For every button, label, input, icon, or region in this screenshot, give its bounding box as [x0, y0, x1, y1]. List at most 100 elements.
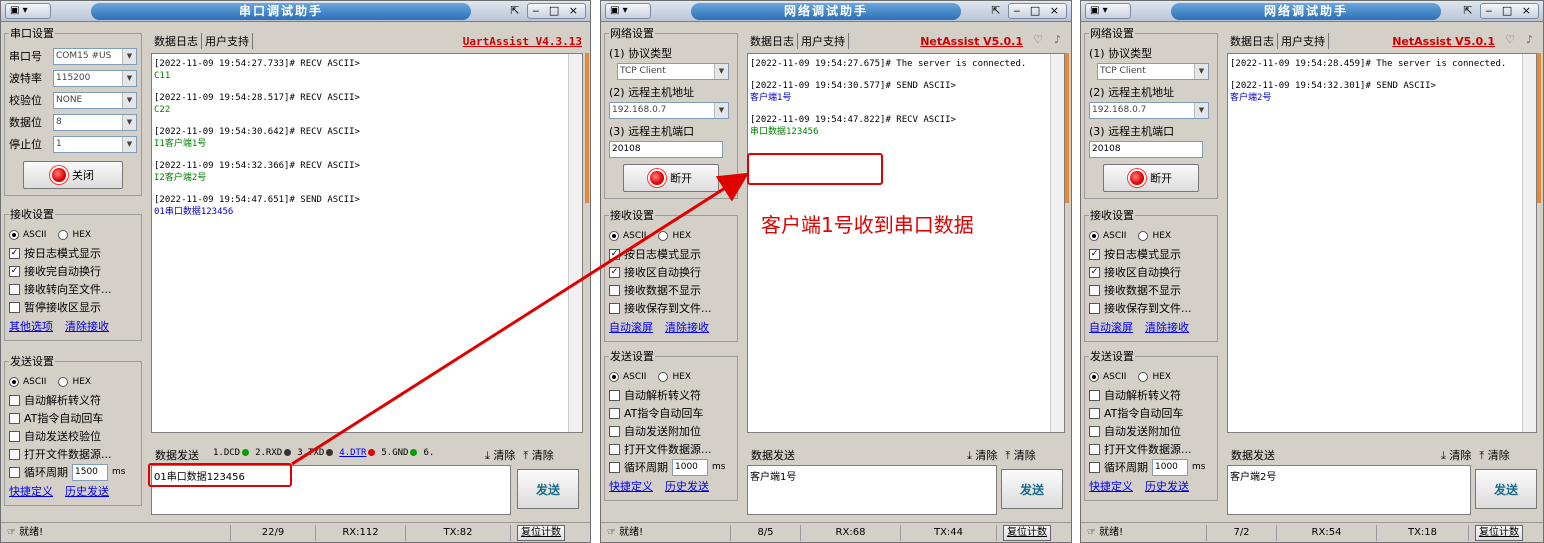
send-option[interactable]: 自动解析转义符 [1089, 386, 1213, 404]
cycle-input[interactable]: 1500 [72, 463, 108, 481]
pin-icon[interactable]: ⇱ [1455, 3, 1481, 19]
recv-option[interactable]: 接收转向至文件... [9, 280, 137, 298]
title-bar[interactable]: ▣ ▾ 网络调试助手 ⇱ ‒ □ × [601, 1, 1071, 22]
history-link[interactable]: 历史发送 [1145, 478, 1189, 494]
ascii-radio[interactable] [1089, 231, 1099, 241]
tab-data-log[interactable]: 数据日志 [151, 33, 202, 49]
tab-user-support[interactable]: 用户支持 [798, 33, 849, 49]
send-option[interactable]: 自动发送校验位 [9, 427, 137, 445]
checkbox[interactable] [609, 407, 620, 419]
receive-log[interactable]: [2022-11-09 19:54:28.459]# The server is… [1227, 53, 1537, 433]
port-input[interactable]: 20108 [609, 141, 723, 158]
splitter-handle[interactable] [585, 53, 589, 203]
recv-option[interactable]: ✓ 接收区自动换行 [1089, 263, 1213, 281]
chevron-down-icon[interactable]: ▼ [1194, 64, 1208, 79]
checkbox[interactable] [9, 430, 20, 442]
checkbox[interactable] [9, 466, 20, 478]
recv-option[interactable]: 接收数据不显示 [609, 281, 733, 299]
host-select[interactable]: 192.168.0.7 ▼ [1089, 102, 1209, 119]
checkbox[interactable] [609, 284, 620, 296]
recv-option[interactable]: 接收数据不显示 [1089, 281, 1213, 299]
checkbox[interactable] [9, 301, 20, 313]
checkbox[interactable] [609, 443, 620, 455]
checkbox[interactable] [9, 394, 20, 406]
receive-log[interactable]: [2022-11-09 19:54:27.675]# The server is… [747, 53, 1065, 433]
send-option[interactable]: 自动发送附加位 [609, 422, 733, 440]
scrollbar[interactable] [568, 54, 582, 432]
checkbox[interactable] [1089, 389, 1100, 401]
clear-send-button[interactable]: ⤓ 清除 [485, 447, 515, 463]
bell-icon[interactable]: ♪ [1526, 33, 1533, 46]
cycle-input[interactable]: 1000 [1152, 458, 1188, 476]
protocol-select[interactable]: TCP Client ▼ [617, 63, 729, 80]
checkbox[interactable] [9, 283, 20, 295]
shortcut-link[interactable]: 快捷定义 [609, 478, 653, 494]
chevron-down-icon[interactable]: ▼ [122, 136, 136, 152]
tab-user-support[interactable]: 用户支持 [1278, 33, 1329, 49]
recv-option[interactable]: ✓ 按日志模式显示 [1089, 245, 1213, 263]
checkbox[interactable] [9, 448, 20, 460]
checkbox[interactable] [1089, 284, 1100, 296]
history-link[interactable]: 历史发送 [65, 483, 109, 499]
clear-all-button[interactable]: ⤒ 清除 [1005, 447, 1035, 463]
chevron-down-icon[interactable]: ▼ [122, 70, 136, 86]
send-input[interactable]: 客户端2号 [1227, 465, 1471, 515]
checkbox[interactable] [609, 425, 620, 437]
clear-receive-link[interactable]: 清除接收 [65, 318, 109, 334]
chevron-down-icon[interactable]: ▼ [1194, 103, 1208, 118]
recv-option[interactable]: ✓ 接收区自动换行 [609, 263, 733, 281]
checkbox[interactable]: ✓ [609, 248, 620, 260]
checkbox[interactable] [1089, 443, 1100, 455]
send-input[interactable]: 客户端1号 [747, 465, 997, 515]
window-controls[interactable]: ‒ □ × [1480, 3, 1539, 19]
cycle-input[interactable]: 1000 [672, 458, 708, 476]
clear-all-button[interactable]: ⤒ 清除 [523, 447, 553, 463]
checkbox[interactable]: ✓ [1089, 266, 1100, 278]
send-option[interactable]: AT指令自动回车 [9, 409, 137, 427]
disconnect-button[interactable]: 断开 [623, 164, 719, 192]
checkbox[interactable] [1089, 461, 1100, 473]
checkbox[interactable] [1089, 302, 1100, 314]
recv-option[interactable]: ✓ 按日志模式显示 [9, 244, 137, 262]
signal-dtr[interactable]: 4.DTR [339, 448, 376, 458]
title-bar[interactable]: ▣ ▾ 串口调试助手 ⇱ ‒ □ × [1, 1, 590, 22]
more-options-link[interactable]: 其他选项 [9, 318, 53, 334]
system-menu-button[interactable]: ▣ ▾ [1085, 3, 1131, 19]
recv-option[interactable]: ✓ 接收完自动换行 [9, 262, 137, 280]
parity-select[interactable]: NONE ▼ [53, 91, 137, 109]
splitter-handle[interactable] [1537, 53, 1541, 203]
system-menu-button[interactable]: ▣ ▾ [5, 3, 51, 19]
receive-log[interactable]: [2022-11-09 19:54:27.733]# RECV ASCII> C1… [151, 53, 583, 433]
send-option[interactable]: 打开文件数据源... [1089, 440, 1213, 458]
hex-radio[interactable] [58, 377, 69, 387]
pin-icon[interactable]: ⇱ [502, 3, 528, 19]
port-select[interactable]: COM15 #US ▼ [53, 47, 137, 65]
checkbox[interactable] [609, 302, 620, 314]
brand-link[interactable]: NetAssist V5.0.1 [920, 35, 1023, 48]
brand-link[interactable]: NetAssist V5.0.1 [1392, 35, 1495, 48]
pin-icon[interactable]: ⇱ [983, 3, 1009, 19]
stopbits-select[interactable]: 1 ▼ [53, 135, 137, 153]
scrollbar[interactable] [1522, 54, 1536, 432]
baud-select[interactable]: 115200 ▼ [53, 69, 137, 87]
settings-icon[interactable]: ♡ [1033, 33, 1043, 46]
send-option[interactable]: 自动解析转义符 [9, 391, 137, 409]
reset-count-button[interactable]: 复位计数 [517, 524, 565, 541]
clear-send-button[interactable]: ⤓ 清除 [967, 447, 997, 463]
hex-radio[interactable] [1138, 231, 1149, 241]
send-button[interactable]: 发送 [517, 469, 579, 509]
chevron-down-icon[interactable]: ▼ [122, 92, 136, 108]
reset-count-button[interactable]: 复位计数 [1475, 524, 1523, 541]
recv-option[interactable]: ✓ 按日志模式显示 [609, 245, 733, 263]
chevron-down-icon[interactable]: ▼ [122, 114, 136, 130]
chevron-down-icon[interactable]: ▼ [714, 64, 728, 79]
brand-link[interactable]: UartAssist V4.3.13 [463, 35, 582, 48]
auto-scroll-link[interactable]: 自动滚屏 [1089, 319, 1133, 335]
ascii-radio[interactable] [9, 230, 19, 240]
ascii-radio[interactable] [609, 372, 619, 382]
tab-data-log[interactable]: 数据日志 [747, 33, 798, 49]
checkbox[interactable]: ✓ [9, 247, 20, 259]
checkbox[interactable] [609, 389, 620, 401]
hex-radio[interactable] [658, 231, 669, 241]
window-controls[interactable]: ‒ □ × [1008, 3, 1067, 19]
